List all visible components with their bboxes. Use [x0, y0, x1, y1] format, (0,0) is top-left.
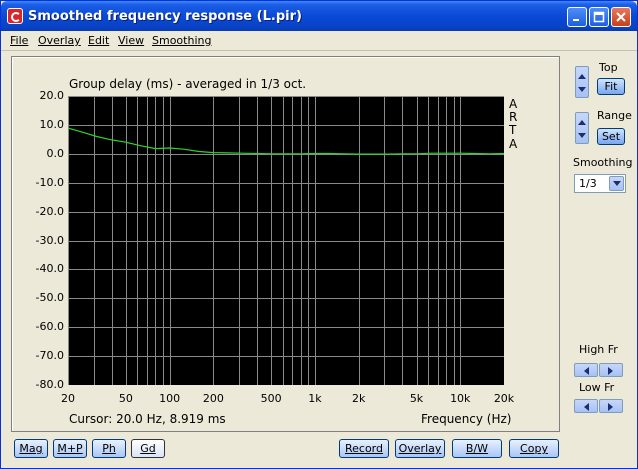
record-button[interactable]: Record [339, 439, 389, 458]
range-label: Range [597, 109, 632, 122]
window-title: Smoothed frequency response (L.pir) [28, 9, 302, 24]
x-tick-label: 200 [202, 392, 224, 405]
high-fr-label: High Fr [579, 343, 618, 356]
phase-button[interactable]: Ph [92, 439, 126, 458]
high-fr-left-button[interactable] [574, 363, 598, 377]
y-tick-label: -30.0 [35, 233, 64, 247]
x-tick-label: 10k [450, 392, 471, 405]
low-fr-right-button[interactable] [599, 399, 623, 413]
y-tick-label: -60.0 [35, 320, 64, 334]
mag-button[interactable]: Mag [14, 439, 48, 458]
group-delay-button[interactable]: Gd [131, 439, 165, 458]
spin-up-icon [578, 74, 586, 79]
x-tick-label: 1k [308, 392, 322, 405]
x-tick-label: 100 [159, 392, 181, 405]
x-tick-label: 20 [61, 392, 75, 405]
plot-title: Group delay (ms) - averaged in 1/3 oct. [69, 77, 307, 91]
copy-button-label: Copy [520, 442, 548, 455]
x-tick-label: 5k [409, 392, 424, 405]
set-button[interactable]: Set [597, 128, 625, 145]
overlay-button[interactable]: Overlay [395, 439, 445, 458]
cursor-readout: Cursor: 20.0 Hz, 8.919 ms [69, 412, 226, 426]
group-delay-plot[interactable] [68, 96, 504, 385]
y-tick-label: -10.0 [35, 175, 64, 189]
x-tick-label: 2k [351, 392, 366, 405]
spin-up-icon [578, 120, 586, 125]
arta-letter-r: R [509, 110, 518, 124]
range-spinner[interactable] [575, 112, 589, 144]
minimize-icon [573, 19, 579, 21]
top-spinner[interactable] [575, 66, 589, 98]
fit-button[interactable]: Fit [597, 78, 625, 95]
smoothing-select-value: 1/3 [579, 177, 597, 190]
menu-smoothing-label: Smoothing [152, 34, 212, 47]
arta-letter-a2: A [509, 137, 518, 151]
y-tick-label: -20.0 [35, 204, 64, 218]
low-fr-controls [574, 399, 624, 414]
close-button[interactable] [611, 7, 631, 27]
overlay-button-label: Overlay [398, 442, 442, 455]
menu-overlay[interactable]: Overlay [38, 34, 81, 47]
menu-bar: File Overlay Edit View Smoothing [1, 31, 637, 51]
spin-down-icon [578, 87, 586, 92]
low-fr-left-button[interactable] [574, 399, 598, 413]
low-fr-label: Low Fr [579, 381, 615, 394]
x-tick-label: 500 [260, 392, 282, 405]
menu-view-label: View [118, 34, 145, 47]
x-tick-label: 50 [118, 392, 133, 405]
x-axis-title: Frequency (Hz) [421, 412, 512, 426]
mag-phase-button[interactable]: M+P [53, 439, 87, 458]
copy-button[interactable]: Copy [509, 439, 559, 458]
top-label: Top [599, 61, 618, 74]
menu-edit[interactable]: Edit [88, 34, 109, 47]
mag-button-label: Mag [19, 442, 43, 455]
high-fr-controls [574, 363, 624, 378]
y-tick-label: 20.0 [39, 89, 65, 102]
phase-button-label: Ph [102, 442, 116, 455]
close-icon [616, 12, 626, 22]
group-delay-button-label: Gd [140, 442, 156, 455]
arta-letter-a1: A [509, 97, 518, 111]
arrow-left-icon [584, 403, 589, 411]
chevron-down-icon [613, 181, 621, 186]
arrow-right-icon [608, 403, 613, 411]
menu-smoothing[interactable]: Smoothing [152, 34, 211, 47]
arrow-right-icon [608, 367, 613, 375]
title-bar[interactable]: Smoothed frequency response (L.pir) [1, 1, 637, 31]
arrow-left-icon [584, 367, 589, 375]
smoothing-label: Smoothing [573, 156, 633, 169]
bw-button[interactable]: B/W [452, 439, 502, 458]
menu-view[interactable]: View [118, 34, 144, 47]
menu-edit-label: Edit [88, 34, 110, 47]
y-tick-label: 10.0 [39, 117, 65, 131]
y-tick-label: -70.0 [35, 349, 64, 363]
smoothing-select[interactable]: 1/3 [574, 174, 626, 193]
high-fr-right-button[interactable] [599, 363, 623, 377]
record-button-label: Record [344, 442, 383, 455]
menu-file[interactable]: File [10, 34, 28, 47]
minimize-button[interactable] [567, 7, 587, 27]
x-tick-label: 20k [493, 392, 515, 405]
maximize-icon [593, 11, 605, 23]
y-tick-label: -40.0 [35, 262, 64, 276]
menu-overlay-label: Overlay [38, 34, 81, 47]
y-tick-label: -50.0 [35, 291, 64, 305]
y-tick-label: -80.0 [35, 378, 64, 391]
spin-down-icon [578, 133, 586, 138]
arta-letter-t: T [509, 123, 517, 137]
y-tick-label: 0.0 [46, 146, 65, 160]
menu-file-label: File [10, 34, 29, 47]
mag-phase-button-label: M+P [57, 442, 83, 455]
smoothed-response-window: Smoothed frequency response (L.pir) File… [0, 0, 638, 469]
bw-button-label: B/W [465, 442, 489, 455]
maximize-button[interactable] [589, 7, 609, 27]
smoothing-dropdown-button[interactable] [609, 176, 624, 191]
arta-app-icon[interactable] [7, 8, 23, 24]
